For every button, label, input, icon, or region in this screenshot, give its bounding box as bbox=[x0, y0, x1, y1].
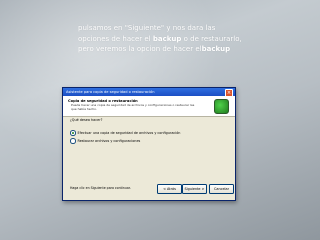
option-restore[interactable]: Restaurar archivos y configuraciones bbox=[70, 138, 140, 144]
window-title: Asistente para copia de seguridad o rest… bbox=[66, 90, 155, 94]
slide-background: pulsamos en "Siguiente" y nos dara las o… bbox=[0, 0, 320, 240]
back-button[interactable]: < Atrás bbox=[157, 184, 182, 194]
caption-line-2-tail: o de restaurarlo, bbox=[181, 34, 242, 43]
caption-line-1: pulsamos en "Siguiente" y nos dara las bbox=[78, 24, 216, 32]
caption-line-3-text: pero veremos la opcion de hacer el bbox=[78, 45, 202, 53]
caption-line-3-bold: backup bbox=[201, 45, 231, 53]
caption-line-2-text: opciones de hacer el bbox=[78, 34, 153, 43]
question-label: ¿Qué desea hacer? bbox=[70, 118, 103, 122]
window-titlebar[interactable]: Asistente para copia de seguridad o rest… bbox=[63, 88, 235, 97]
caption-line-3: pero veremos la opcion de hacer elbackup bbox=[78, 44, 278, 55]
option-backup[interactable]: Efectuar una copia de seguridad de archi… bbox=[70, 130, 180, 136]
radio-backup[interactable] bbox=[70, 130, 76, 136]
header-description: Puede hacer una copia de seguridad de ar… bbox=[71, 103, 195, 111]
radio-restore[interactable] bbox=[70, 138, 76, 144]
option-backup-label: Efectuar una copia de seguridad de archi… bbox=[77, 130, 181, 135]
wizard-header: Copia de seguridad o restauración Puede … bbox=[63, 96, 235, 117]
backup-icon bbox=[214, 99, 229, 114]
next-button[interactable]: Siguiente > bbox=[182, 184, 207, 194]
backup-wizard-window: Asistente para copia de seguridad o rest… bbox=[62, 87, 236, 201]
cancel-button[interactable]: Cancelar bbox=[209, 184, 234, 194]
caption-line-2-bold: backup bbox=[152, 34, 182, 43]
slide-caption: pulsamos en "Siguiente" y nos dara las o… bbox=[78, 23, 278, 55]
option-restore-label: Restaurar archivos y configuraciones bbox=[77, 138, 141, 143]
caption-line-2: opciones de hacer el backup o de restaur… bbox=[78, 34, 278, 45]
continue-hint: Haga clic en Siguiente para continuar. bbox=[70, 186, 131, 190]
